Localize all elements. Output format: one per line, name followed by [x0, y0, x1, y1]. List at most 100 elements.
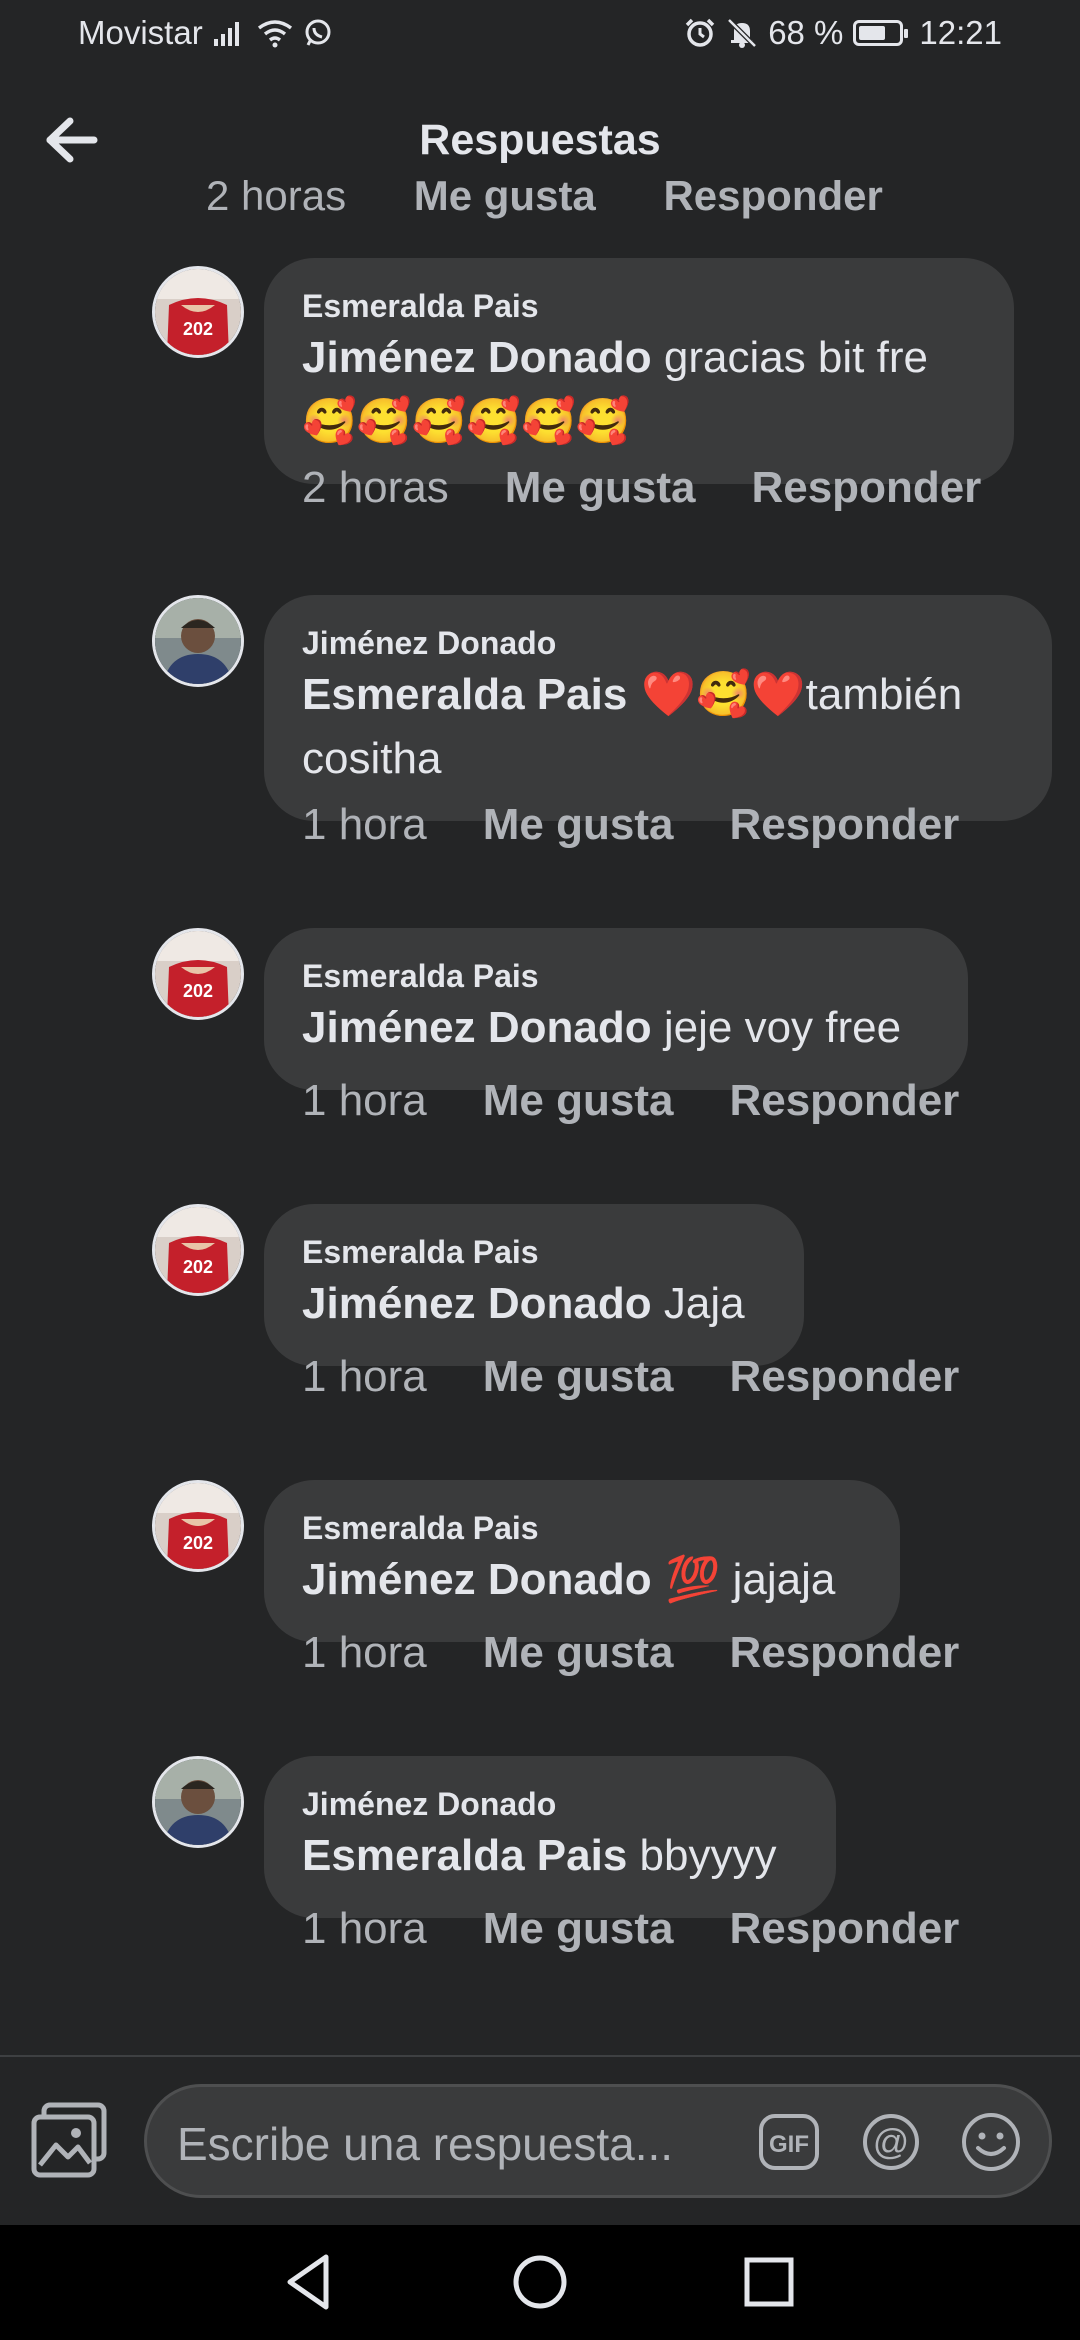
- clock: 12:21: [919, 14, 1002, 51]
- like-button[interactable]: Me gusta: [483, 800, 674, 850]
- comment-time: 1 hora: [302, 1352, 427, 1401]
- signal-icon: [213, 22, 239, 46]
- avatar[interactable]: [152, 595, 244, 687]
- svg-text:202: 202: [183, 319, 213, 339]
- mute-bell-icon: [727, 18, 757, 48]
- gif-label: GIF: [769, 2131, 809, 2158]
- mentioned-user[interactable]: Jiménez Donado: [302, 333, 652, 382]
- reply-body: Esmeralda Pais bbyyyy: [302, 1824, 798, 1888]
- status-bar: Movistar 68 % 12:21: [0, 0, 1080, 72]
- reply-body: Jiménez Donado 💯 jajaja: [302, 1548, 862, 1612]
- reply-button[interactable]: Responder: [729, 1628, 959, 1678]
- reply-body: Jiménez Donado gracias bit fre 🥰🥰🥰🥰🥰🥰: [302, 326, 976, 454]
- reply-button[interactable]: Responder: [751, 463, 981, 513]
- reply-body: Jiménez Donado jeje voy free: [302, 996, 930, 1060]
- reply-bubble[interactable]: Esmeralda Pais Jiménez Donado Jaja: [264, 1204, 804, 1366]
- comment-time: 1 hora: [302, 1076, 427, 1125]
- system-nav-bar: [0, 2225, 1080, 2340]
- reply-text: jeje voy free: [651, 1003, 902, 1052]
- author-name[interactable]: Esmeralda Pais: [302, 1232, 766, 1272]
- replies-list[interactable]: 2 horas Me gusta Responder 202 Esmeralda …: [0, 180, 1080, 2040]
- reply-button[interactable]: Responder: [729, 1904, 959, 1954]
- author-name[interactable]: Esmeralda Pais: [302, 286, 976, 326]
- reply-composer: Escribe una respuesta... GIF @: [0, 2055, 1080, 2227]
- emoji-text: 🥰🥰🥰🥰🥰🥰: [302, 396, 631, 447]
- reply-bubble[interactable]: Jiménez Donado Esmeralda Pais ❤️🥰❤️tambié…: [264, 595, 1052, 821]
- reply-actions: 1 hora Me gusta Responder: [302, 1352, 959, 1402]
- reply-actions: 1 hora Me gusta Responder: [302, 1904, 959, 1954]
- reply-button[interactable]: Responder: [663, 180, 882, 219]
- like-button[interactable]: Me gusta: [505, 463, 696, 513]
- carrier-label: Movistar: [78, 14, 203, 51]
- reply-button[interactable]: Responder: [729, 1352, 959, 1402]
- mentioned-user[interactable]: Jiménez Donado: [302, 1279, 652, 1328]
- avatar-image: 202: [155, 1207, 241, 1293]
- battery-icon: [853, 20, 909, 46]
- page-title: Respuestas: [419, 116, 661, 164]
- avatar[interactable]: 202: [152, 1204, 244, 1296]
- home-nav-icon[interactable]: [505, 2247, 575, 2317]
- emoji-icon[interactable]: [959, 2110, 1023, 2174]
- reply-text: Jaja: [651, 1279, 745, 1328]
- reply-input-placeholder: Escribe una respuesta...: [177, 2118, 674, 2170]
- back-nav-icon[interactable]: [274, 2247, 344, 2317]
- avatar-image: 202: [155, 269, 241, 355]
- photo-gallery-icon[interactable]: [28, 2099, 110, 2181]
- like-button[interactable]: Me gusta: [414, 180, 596, 219]
- comment-time: 1 hora: [302, 1628, 427, 1677]
- whatsapp-icon: [305, 19, 331, 46]
- mention-icon[interactable]: @: [859, 2110, 923, 2174]
- svg-text:@: @: [873, 2121, 910, 2162]
- emoji-text: ❤️🥰❤️: [627, 669, 806, 720]
- svg-text:202: 202: [183, 1257, 213, 1277]
- comment-time: 2 horas: [302, 463, 449, 512]
- battery-percent: 68 %: [768, 14, 844, 51]
- comment-time: 1 hora: [302, 800, 427, 849]
- avatar[interactable]: 202: [152, 928, 244, 1020]
- cut-off-actions: 2 horas Me gusta Responder: [206, 180, 939, 220]
- avatar-image: [155, 598, 241, 684]
- reply-bubble[interactable]: Esmeralda Pais Jiménez Donado 💯 jajaja: [264, 1480, 900, 1642]
- author-name[interactable]: Esmeralda Pais: [302, 1508, 862, 1548]
- reply-text: jajaja: [720, 1555, 836, 1604]
- comment-time: 1 hora: [302, 1904, 427, 1953]
- reply-text: gracias bit fre: [651, 333, 928, 382]
- reply-button[interactable]: Responder: [729, 800, 959, 850]
- reply-button[interactable]: Responder: [729, 1076, 959, 1126]
- reply-body: Jiménez Donado Jaja: [302, 1272, 766, 1336]
- mentioned-user[interactable]: Esmeralda Pais: [302, 670, 627, 719]
- avatar[interactable]: [152, 1756, 244, 1848]
- like-button[interactable]: Me gusta: [483, 1076, 674, 1126]
- alarm-icon: [685, 18, 715, 47]
- author-name[interactable]: Esmeralda Pais: [302, 956, 930, 996]
- recents-nav-icon[interactable]: [734, 2247, 804, 2317]
- mentioned-user[interactable]: Jiménez Donado: [302, 1003, 652, 1052]
- author-name[interactable]: Jiménez Donado: [302, 1784, 798, 1824]
- avatar-image: [155, 1759, 241, 1845]
- avatar-image: 202: [155, 1483, 241, 1569]
- author-name[interactable]: Jiménez Donado: [302, 623, 1014, 663]
- avatar-image: 202: [155, 931, 241, 1017]
- svg-text:202: 202: [183, 981, 213, 1001]
- comment-time: 2 horas: [206, 180, 347, 219]
- mentioned-user[interactable]: Esmeralda Pais: [302, 1831, 627, 1880]
- emoji-text: 💯: [651, 1554, 721, 1605]
- svg-text:202: 202: [183, 1533, 213, 1553]
- reply-bubble[interactable]: Jiménez Donado Esmeralda Pais bbyyyy: [264, 1756, 836, 1918]
- gif-icon[interactable]: GIF: [757, 2110, 821, 2174]
- reply-bubble[interactable]: Esmeralda Pais Jiménez Donado jeje voy fr…: [264, 928, 968, 1090]
- like-button[interactable]: Me gusta: [483, 1628, 674, 1678]
- reply-actions: 1 hora Me gusta Responder: [302, 1076, 959, 1126]
- avatar[interactable]: 202: [152, 1480, 244, 1572]
- avatar[interactable]: 202: [152, 266, 244, 358]
- reply-text: bbyyyy: [627, 1831, 777, 1880]
- like-button[interactable]: Me gusta: [483, 1352, 674, 1402]
- reply-bubble[interactable]: Esmeralda Pais Jiménez Donado gracias bit…: [264, 258, 1014, 484]
- mentioned-user[interactable]: Jiménez Donado: [302, 1555, 652, 1604]
- reply-actions: 1 hora Me gusta Responder: [302, 1628, 959, 1678]
- reply-actions: 1 hora Me gusta Responder: [302, 800, 959, 850]
- wifi-icon: [257, 20, 292, 48]
- reply-input[interactable]: Escribe una respuesta... GIF @: [144, 2084, 1052, 2198]
- reply-actions: 2 horas Me gusta Responder: [302, 463, 981, 513]
- like-button[interactable]: Me gusta: [483, 1904, 674, 1954]
